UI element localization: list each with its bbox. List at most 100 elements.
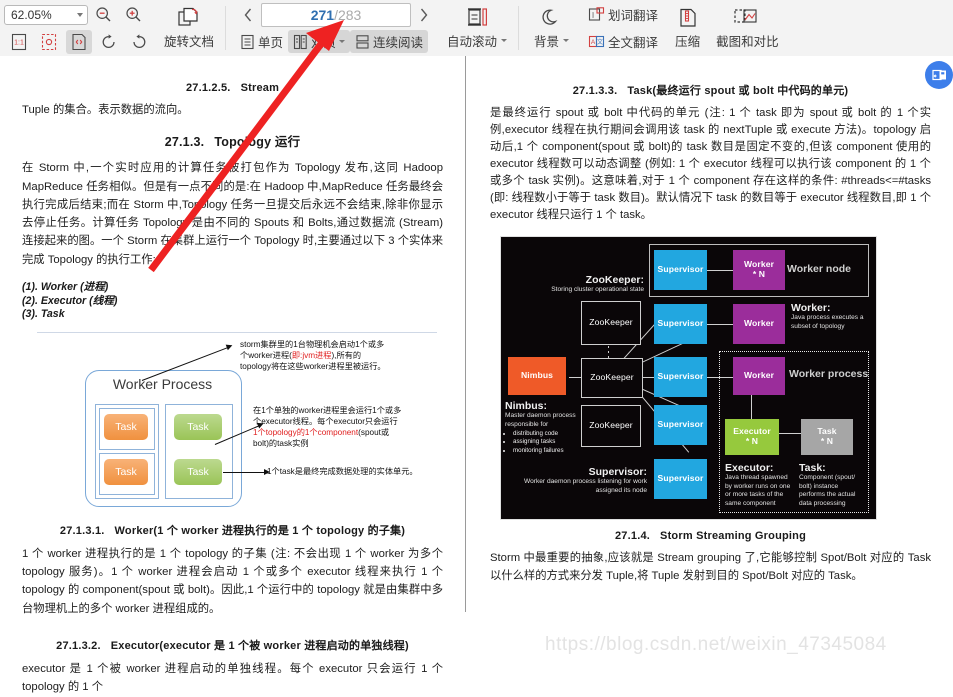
worker-process-figure: Worker Process Task Task Task Task storm…: [37, 332, 437, 514]
executor-n-box: Executor * N: [725, 419, 779, 455]
worker-process-label: Worker process: [789, 369, 868, 381]
nimbus-caption-desc: Master daemon process responsible for: [505, 412, 579, 429]
screenshot-compare-label: 截图和对比: [716, 31, 779, 50]
single-page-button[interactable]: 单页: [235, 30, 288, 53]
left-heading-worker-text: Worker(1 个 worker 进程执行的是 1 个 topology 的子…: [115, 525, 406, 537]
document-viewport[interactable]: 27.1.2.5.Stream Tuple 的集合。表示数据的流向。 27.1.…: [0, 56, 953, 612]
nimbus-bullet: distributing code: [513, 430, 579, 438]
fit-page-icon: [40, 33, 58, 51]
document-page-left: 27.1.2.5.Stream Tuple 的集合。表示数据的流向。 27.1.…: [0, 56, 465, 612]
supervisor-caption-title: Supervisor:: [523, 467, 647, 479]
zoom-in-button[interactable]: [120, 3, 146, 27]
floating-export-button[interactable]: [925, 61, 953, 89]
left-heading-executor: 27.1.3.2.Executor(executor 是 1 个被 worker…: [22, 637, 443, 653]
pdf-reader-window: 62.05%: [0, 0, 953, 612]
dual-page-button[interactable]: 双页: [288, 30, 350, 53]
auto-scroll-button[interactable]: 自动滚动: [441, 0, 513, 56]
worker-n-box: Worker * N: [733, 250, 785, 290]
fit-width-button[interactable]: [66, 30, 92, 54]
rotate-right-button[interactable]: [126, 30, 152, 54]
left-heading-executor-text: Executor(executor 是 1 个被 worker 进程启动的单独线…: [111, 640, 409, 652]
figure-note-2-line2: 个executor线程。每个executor只会运行: [253, 417, 398, 426]
fit-page-button[interactable]: [36, 30, 62, 54]
worker-process-title: Worker Process: [85, 376, 240, 392]
left-heading-topology: 27.1.3.Topology 运行: [22, 131, 443, 150]
left-heading-stream: 27.1.2.5. Stream: [22, 82, 443, 94]
supervisor-box-2: Supervisor: [654, 304, 707, 344]
storm-cluster-figure: Supervisor Supervisor Supervisor Supervi…: [500, 236, 877, 520]
zookeeper-box-1: ZooKeeper: [581, 301, 641, 345]
chevron-down-icon[interactable]: [563, 39, 569, 42]
continuous-read-button[interactable]: 连续阅读: [350, 30, 428, 53]
rotate-left-icon: [100, 33, 118, 51]
left-heading-stream-text: Stream: [241, 82, 280, 94]
left-heading-stream-number: 27.1.2.5.: [186, 82, 231, 94]
left-paragraph-2: 在 Storm 中,一个实时应用的计算任务被打包作为 Topology 发布,这…: [22, 159, 443, 269]
compress-label: 压缩: [675, 31, 700, 50]
single-page-icon: [240, 34, 255, 50]
supervisor-caption-desc: Worker daemon process listening for work…: [523, 478, 647, 495]
right-paragraph-1: 是最终运行 spout 或 bolt 中代码的单元 (注: 1 个 task 即…: [490, 105, 931, 224]
page-number-input[interactable]: 271/283: [261, 3, 411, 27]
rotate-left-button[interactable]: [96, 30, 122, 54]
zoom-level-select[interactable]: 62.05%: [4, 5, 88, 25]
figure-note-1: storm集群里的1台物理机会启动1个或多 个worker进程(即:jvm进程)…: [240, 340, 390, 373]
toolbar-divider-2: [518, 6, 519, 50]
left-heading-topology-text: Topology 运行: [214, 135, 300, 149]
svg-text:文: 文: [597, 38, 603, 46]
worker-node-label-text: Worker node: [787, 264, 851, 276]
fit-width-icon: [70, 33, 88, 51]
task-caption: Task: Component (spout/ bolt) instance p…: [799, 463, 861, 509]
connector-sup-worker-2: [707, 324, 733, 325]
left-heading-worker: 27.1.3.1.Worker(1 个 worker 进程执行的是 1 个 to…: [22, 522, 443, 538]
list-item: (3). Task: [22, 308, 443, 322]
right-heading-task-text: Task(最终运行 spout 或 bolt 中代码的单元): [627, 85, 848, 97]
page-current: 271: [311, 7, 334, 23]
word-translate-button[interactable]: I 划词翻译: [583, 3, 663, 26]
chevron-down-icon[interactable]: [501, 39, 507, 42]
toolbar: 62.05%: [0, 0, 953, 57]
executor-caption-title: Executor:: [725, 463, 791, 475]
word-translate-icon: I: [588, 7, 605, 23]
left-paragraph-4-clipped: executor 是 1 个被 worker 进程启动的单独线程。每个 exec…: [22, 660, 443, 697]
nimbus-bullet: assigning tasks: [513, 438, 579, 446]
csdn-watermark: https://blog.csdn.net/weixin_47345084: [545, 634, 887, 656]
task-box-green: Task: [174, 414, 222, 440]
chevron-left-icon: [242, 7, 254, 23]
previous-page-button[interactable]: [235, 3, 261, 27]
right-heading-grouping-number: 27.1.4.: [615, 530, 650, 542]
worker-caption: Worker: Java process executes a subset o…: [791, 303, 873, 332]
figure-note-2-line4: bolt)的task实例: [253, 439, 309, 448]
right-paragraph-2: Storm 中最重要的抽象,应该就是 Stream grouping 了,它能够…: [490, 549, 931, 586]
figure-note-1-line1: storm集群里的1台物理机会启动1个或多: [240, 340, 384, 349]
nimbus-bullet: monitoring failures: [513, 447, 579, 455]
single-page-label: 单页: [258, 32, 283, 51]
moon-icon: [540, 7, 564, 30]
page-total: 283: [338, 7, 361, 23]
right-heading-grouping-text: Storm Streaming Grouping: [660, 530, 806, 542]
screenshot-compare-button[interactable]: 截图和对比: [708, 0, 787, 56]
toolbar-zoom-group: 62.05%: [0, 0, 158, 56]
magnifier-plus-icon: [125, 6, 142, 23]
compress-button[interactable]: 压缩: [667, 0, 708, 56]
connector-worker-executor: [751, 395, 752, 419]
background-button[interactable]: 背景: [524, 0, 579, 56]
zoom-out-button[interactable]: [90, 3, 116, 27]
figure-note-2-red: 1个topology的1个component: [253, 428, 358, 437]
nimbus-caption-bullets: distributing code assigning tasks monito…: [513, 430, 579, 455]
rotate-document-button[interactable]: 旋转文档: [158, 0, 220, 56]
zoom-level-value: 62.05%: [11, 8, 52, 22]
actual-size-button[interactable]: 1:1: [6, 30, 32, 54]
nimbus-box: Nimbus: [508, 357, 566, 395]
zookeeper-caption-title: ZooKeeper:: [539, 275, 644, 287]
task-caption-desc: Component (spout/ bolt) instance perform…: [799, 474, 861, 508]
full-translate-button[interactable]: A 文 全文翻译: [583, 30, 663, 53]
auto-scroll-label: 自动滚动: [447, 31, 497, 50]
next-page-button[interactable]: [411, 3, 437, 27]
figure-arrow-3: [223, 472, 265, 473]
dual-page-icon: [293, 34, 308, 50]
left-paragraph-3: 1 个 worker 进程执行的是 1 个 topology 的子集 (注: 不…: [22, 545, 443, 618]
supervisor-box-5: Supervisor: [654, 459, 707, 499]
zookeeper-box-2: ZooKeeper: [581, 358, 643, 398]
chevron-down-icon[interactable]: [339, 40, 345, 43]
